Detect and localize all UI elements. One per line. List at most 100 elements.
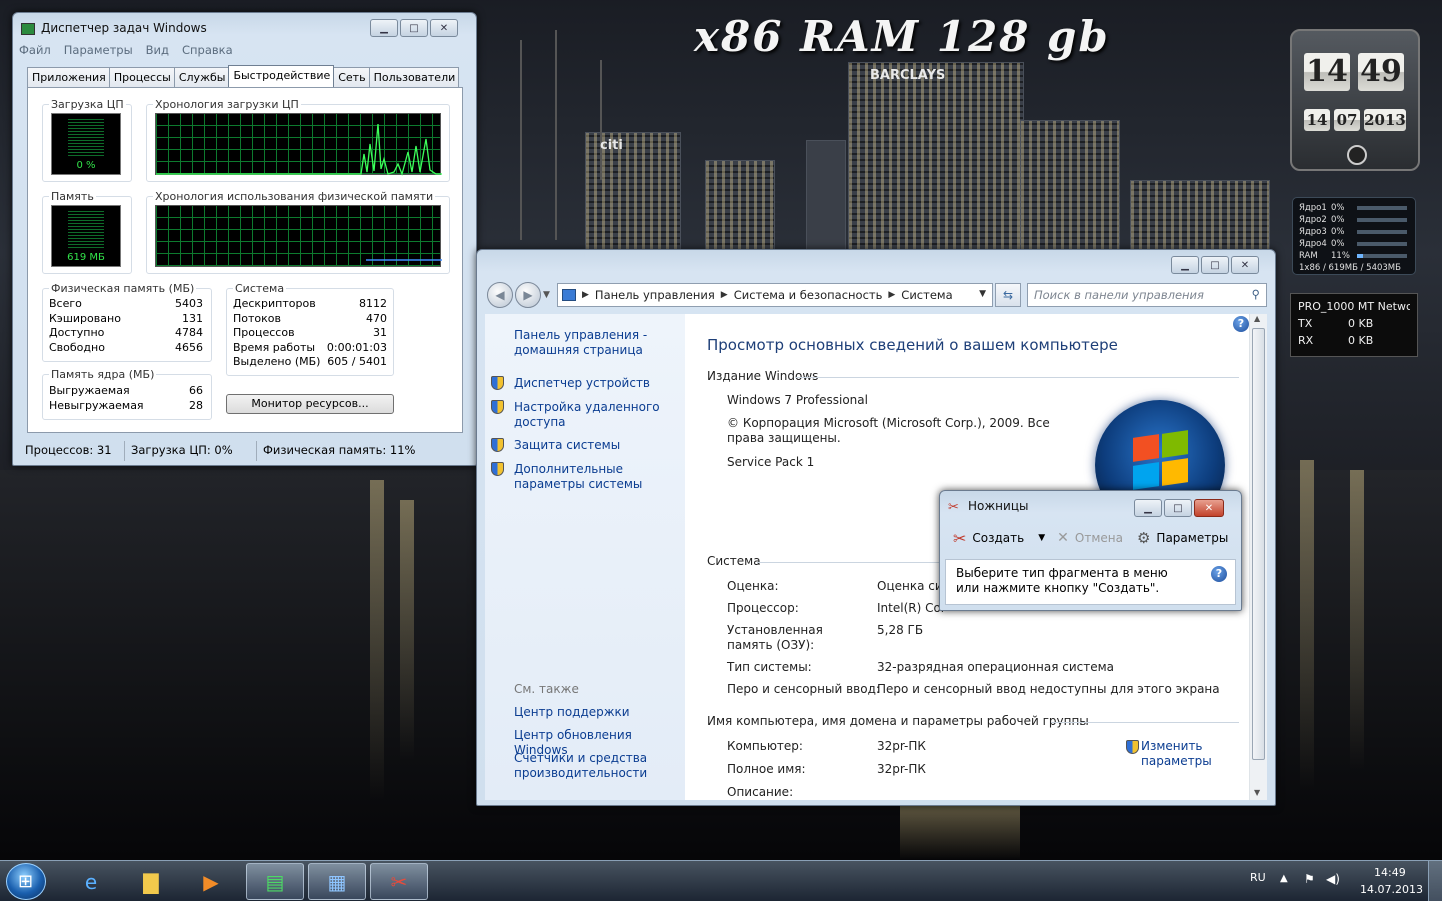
status-cpu: Загрузка ЦП: 0%	[125, 441, 257, 461]
forward-button[interactable]: ▶	[515, 282, 541, 308]
snipping-toolbar: ✂ Создать ▼ ✕ Отмена ⚙ Параметры	[945, 519, 1236, 557]
help-icon[interactable]: ?	[1233, 316, 1249, 332]
change-settings-link[interactable]: Изменить параметры	[1141, 739, 1221, 769]
computer-name-heading: Имя компьютера, имя домена и параметры р…	[707, 714, 1089, 728]
remote-settings-link[interactable]: Настройка удаленного доступа	[514, 400, 664, 430]
menu-view[interactable]: Вид	[146, 43, 169, 57]
scroll-up-icon[interactable]: ▲	[1254, 314, 1260, 323]
taskbar-windows-explorer[interactable]: ▇	[122, 863, 180, 900]
close-button[interactable]: ✕	[430, 19, 458, 37]
control-panel-home-link[interactable]: Панель управления - домашняя страница	[514, 328, 664, 358]
cpu-usage-meter: 0 %	[51, 113, 121, 175]
cpu-meter-gadget[interactable]: Ядро1 0% Ядро2 0% Ядро3 0% Ядро4 0% RAM 11% 1…	[1292, 197, 1416, 275]
refresh-button[interactable]: ⇆	[995, 283, 1021, 307]
core-value: 0%	[1331, 203, 1345, 213]
task-manager-window[interactable]: Диспетчер задач Windows ▁ □ ✕ Файл Парам…	[12, 12, 477, 466]
maximize-button[interactable]: □	[400, 19, 428, 37]
breadcrumb-system-security[interactable]: Система и безопасность	[734, 288, 883, 302]
minimize-button[interactable]: ▁	[370, 19, 398, 37]
cpu-history-group: Хронология загрузки ЦП	[146, 98, 450, 182]
barclays-sign: BARCLAYS	[870, 68, 946, 83]
core-label: Ядро1	[1299, 203, 1327, 213]
stat-value: 470	[366, 311, 387, 325]
action-center-flag-icon[interactable]: ⚑	[1304, 872, 1315, 886]
maximize-button[interactable]: □	[1164, 499, 1192, 517]
tower-barclays	[848, 62, 1024, 252]
crane	[600, 60, 602, 180]
stat-label: Дескрипторов	[233, 297, 316, 310]
menu-file[interactable]: Файл	[19, 43, 51, 57]
stat-value: 5403	[175, 297, 203, 310]
physical-memory-title: Физическая память (МБ)	[49, 282, 197, 295]
stat-row: Потоков 470	[233, 312, 387, 327]
show-desktop-button[interactable]	[1428, 861, 1442, 901]
options-button[interactable]: Параметры	[1156, 531, 1228, 545]
network-meter-gadget[interactable]: PRO_1000 MT Netwc TX 0 KB RX 0 KB	[1290, 293, 1418, 357]
system-type-value: 32-разрядная операционная система	[877, 660, 1115, 674]
speaker-icon[interactable]: ◀)	[1326, 872, 1340, 886]
taskbar-control-panel[interactable]: ▦	[308, 863, 366, 900]
performance-tools-link[interactable]: Счетчики и средства производительности	[514, 751, 664, 781]
new-snip-button[interactable]: Создать	[972, 531, 1024, 545]
resource-monitor-button[interactable]: Монитор ресурсов...	[226, 394, 394, 414]
start-button[interactable]: ⊞	[6, 863, 46, 900]
minimize-button[interactable]: ▁	[1134, 499, 1162, 517]
menu-options[interactable]: Параметры	[64, 43, 133, 57]
copyright-text: © Корпорация Microsoft (Microsoft Corp.)…	[727, 416, 1050, 445]
address-bar[interactable]: ▶ Панель управления ▶ Система и безопасн…	[557, 283, 993, 307]
new-snip-dropdown-icon[interactable]: ▼	[1038, 533, 1045, 543]
search-input[interactable]: Поиск в панели управления ⚲	[1027, 283, 1267, 307]
stat-label: Выделено (МБ)	[233, 355, 321, 369]
rx-value: 0 KB	[1348, 334, 1374, 347]
pen-touch-label: Перо и сенсорный ввод:	[727, 682, 880, 696]
taskbar-task-manager[interactable]: ▤	[246, 863, 304, 900]
tray-time[interactable]: 14:49	[1374, 866, 1406, 879]
taskbar-media-player[interactable]: ▶	[182, 863, 240, 900]
action-center-link[interactable]: Центр поддержки	[514, 705, 679, 720]
minimize-button[interactable]: ▁	[1171, 256, 1199, 274]
close-button[interactable]: ✕	[1231, 256, 1259, 274]
status-processes: Процессов: 31	[19, 441, 125, 461]
scissors-icon: ✂	[390, 869, 408, 894]
advanced-system-settings-link[interactable]: Дополнительные параметры системы	[514, 462, 684, 492]
maximize-button[interactable]: □	[1201, 256, 1229, 274]
breadcrumb-system[interactable]: Система	[901, 288, 952, 302]
snipping-tool-window[interactable]: ✂ Ножницы ▁ □ ✕ ✂ Создать ▼ ✕ Отмена ⚙ П…	[939, 490, 1242, 611]
show-hidden-icons-icon[interactable]: ▲	[1280, 873, 1288, 884]
breadcrumb-control-panel[interactable]: Панель управления	[595, 288, 715, 302]
vertical-scrollbar[interactable]: ▲ ▼	[1249, 314, 1267, 800]
system-protection-link[interactable]: Защита системы	[514, 438, 679, 453]
taskbar-internet-explorer[interactable]: e	[62, 863, 120, 900]
folder-icon: ▇	[143, 869, 159, 894]
menu-help[interactable]: Справка	[182, 43, 233, 57]
language-indicator[interactable]: RU	[1250, 871, 1266, 884]
help-icon[interactable]: ?	[1211, 566, 1227, 582]
stat-label: Выгружаемая	[49, 384, 130, 397]
address-dropdown-icon[interactable]: ▼	[979, 289, 986, 299]
windows-flag-icon: ⊞	[18, 871, 34, 892]
ram-value: 5,28 ГБ	[877, 623, 924, 637]
tray-date[interactable]: 14.07.2013	[1360, 883, 1423, 896]
clock-hours: 14	[1304, 53, 1350, 91]
see-also-title: См. также	[514, 682, 579, 696]
light-reflection	[400, 500, 414, 760]
memory-history-title: Хронология использования физической памя…	[153, 190, 436, 203]
device-manager-link[interactable]: Диспетчер устройств	[514, 376, 679, 391]
uac-shield-icon	[491, 438, 504, 452]
clock-gadget[interactable]: 14 49 14 07 2013	[1290, 29, 1420, 171]
forward-arrow-icon: ▶	[523, 288, 533, 302]
page-title: Просмотр основных сведений о вашем компь…	[707, 336, 1118, 354]
section-divider	[795, 377, 1239, 378]
back-button[interactable]: ◀	[487, 282, 513, 308]
ram-label: RAM	[1299, 251, 1318, 261]
close-button[interactable]: ✕	[1194, 499, 1224, 517]
core-bar	[1357, 206, 1407, 210]
window-title: Диспетчер задач Windows	[41, 21, 207, 35]
scroll-down-icon[interactable]: ▼	[1254, 788, 1260, 797]
taskbar-snipping-tool[interactable]: ✂	[370, 863, 428, 900]
cancel-button[interactable]: Отмена	[1075, 531, 1123, 545]
scrollbar-thumb[interactable]	[1252, 328, 1265, 760]
tab-performance[interactable]: Быстродействие	[228, 65, 335, 88]
breadcrumb-separator-icon: ▶	[582, 290, 589, 300]
history-dropdown-icon[interactable]: ▼	[543, 290, 550, 300]
